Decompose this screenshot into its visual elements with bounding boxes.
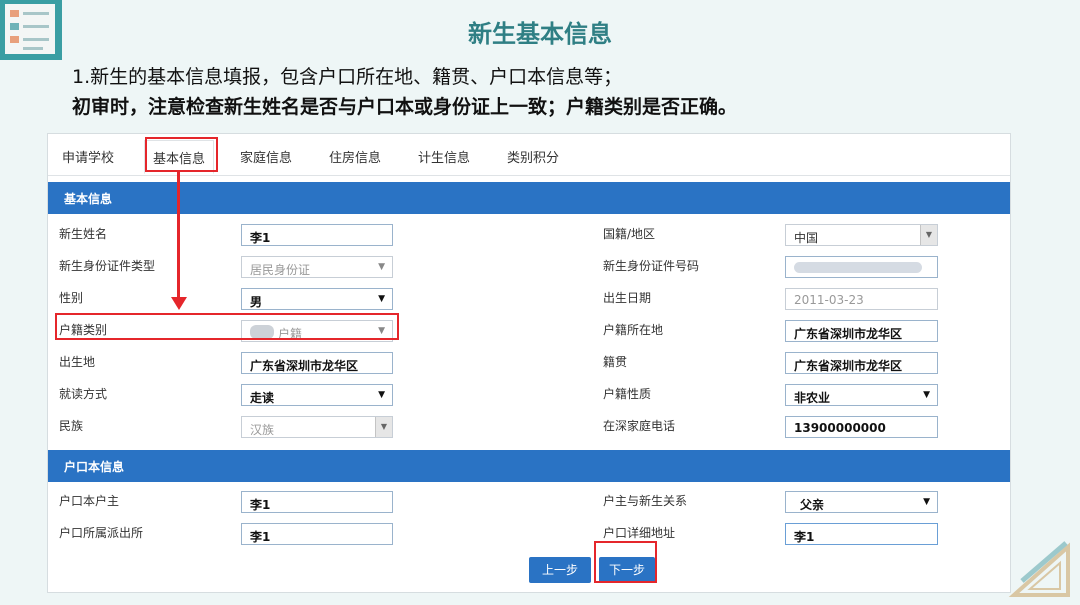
dropdown-arrow-icon: ▼ xyxy=(378,262,385,272)
gender-select[interactable]: 男 ▼ xyxy=(241,288,393,310)
section-basic-info: 基本信息 xyxy=(48,182,1010,214)
dropdown-arrow-icon: ▼ xyxy=(923,497,930,507)
home-phone-input[interactable]: 13900000000 xyxy=(785,416,938,438)
hukou-address-label: 户口详细地址 xyxy=(603,526,676,540)
student-name-input[interactable]: 李1 xyxy=(241,224,393,246)
spinner-arrow-icon: ▼ xyxy=(920,225,937,245)
form-window: 申请学校 基本信息 家庭信息 住房信息 计生信息 类别积分 基本信息 新生姓名 … xyxy=(47,133,1011,593)
highlight-arrow-head-icon xyxy=(171,297,187,310)
hukou-location-label: 户籍所在地 xyxy=(603,323,664,337)
birth-date-input[interactable]: 2011-03-23 xyxy=(785,288,938,310)
hukou-nature-value: 非农业 xyxy=(794,391,831,405)
birthplace-label: 出生地 xyxy=(59,355,96,369)
study-mode-label: 就读方式 xyxy=(59,387,108,401)
ethnicity-value: 汉族 xyxy=(250,423,275,437)
relation-value: 父亲 xyxy=(800,498,825,512)
hukou-nature-label: 户籍性质 xyxy=(603,387,652,401)
nationality-label: 国籍/地区 xyxy=(603,227,656,241)
hukou-holder-label: 户口本户主 xyxy=(59,494,120,508)
tab-category-points[interactable]: 类别积分 xyxy=(507,147,559,166)
section-hukou-info: 户口本信息 xyxy=(48,450,1010,482)
id-type-value: 居民身份证 xyxy=(250,263,311,277)
hukou-nature-select[interactable]: 非农业 ▼ xyxy=(785,384,938,406)
gender-value: 男 xyxy=(250,295,263,309)
note-line-2: 初审时，注意检查新生姓名是否与户口本或身份证上一致；户籍类别是否正确。 xyxy=(72,96,738,118)
police-station-input[interactable]: 李1 xyxy=(241,523,393,545)
nationality-select[interactable]: 中国 ▼ xyxy=(785,224,938,246)
ethnicity-select[interactable]: 汉族 ▼ xyxy=(241,416,393,438)
relation-label: 户主与新生关系 xyxy=(603,494,688,508)
birthplace-input[interactable]: 广东省深圳市龙华区 xyxy=(241,352,393,374)
tab-family-planning[interactable]: 计生信息 xyxy=(418,147,470,166)
highlight-hukou-type-row xyxy=(55,313,399,340)
id-type-label: 新生身份证件类型 xyxy=(59,259,156,273)
native-place-input[interactable]: 广东省深圳市龙华区 xyxy=(785,352,938,374)
blurred-text xyxy=(794,262,922,273)
native-place-label: 籍贯 xyxy=(603,355,628,369)
hukou-address-input[interactable]: 李1 xyxy=(785,523,938,545)
study-mode-value: 走读 xyxy=(250,391,275,405)
prev-step-button[interactable]: 上一步 xyxy=(529,557,591,583)
highlight-arrow-line xyxy=(177,172,180,298)
dropdown-arrow-icon: ▼ xyxy=(378,294,385,304)
nationality-value: 中国 xyxy=(794,231,819,245)
tab-family-info[interactable]: 家庭信息 xyxy=(240,147,292,166)
highlight-next-button xyxy=(594,541,657,583)
home-phone-label: 在深家庭电话 xyxy=(603,419,676,433)
tab-housing-info[interactable]: 住房信息 xyxy=(329,147,381,166)
gender-label: 性别 xyxy=(59,291,84,305)
note-line-1: 1.新生的基本信息填报，包含户口所在地、籍贯、户口本信息等； xyxy=(72,66,623,88)
tab-apply-school[interactable]: 申请学校 xyxy=(62,147,114,166)
slide-title: 新生基本信息 xyxy=(468,20,612,48)
ruler-triangle-icon xyxy=(1008,541,1070,597)
ethnicity-label: 民族 xyxy=(59,419,84,433)
id-number-input[interactable] xyxy=(785,256,938,278)
hukou-location-input[interactable]: 广东省深圳市龙华区 xyxy=(785,320,938,342)
birth-date-label: 出生日期 xyxy=(603,291,652,305)
highlight-basic-info-tab xyxy=(145,137,218,172)
relation-select[interactable]: 父亲 ▼ xyxy=(785,491,938,513)
dropdown-arrow-icon: ▼ xyxy=(378,390,385,400)
id-type-select[interactable]: 居民身份证 ▼ xyxy=(241,256,393,278)
dropdown-arrow-icon: ▼ xyxy=(923,390,930,400)
police-station-label: 户口所属派出所 xyxy=(59,526,144,540)
study-mode-select[interactable]: 走读 ▼ xyxy=(241,384,393,406)
student-name-label: 新生姓名 xyxy=(59,227,108,241)
hukou-holder-input[interactable]: 李1 xyxy=(241,491,393,513)
spinner-arrow-icon: ▼ xyxy=(375,417,392,437)
id-number-label: 新生身份证件号码 xyxy=(603,259,700,273)
